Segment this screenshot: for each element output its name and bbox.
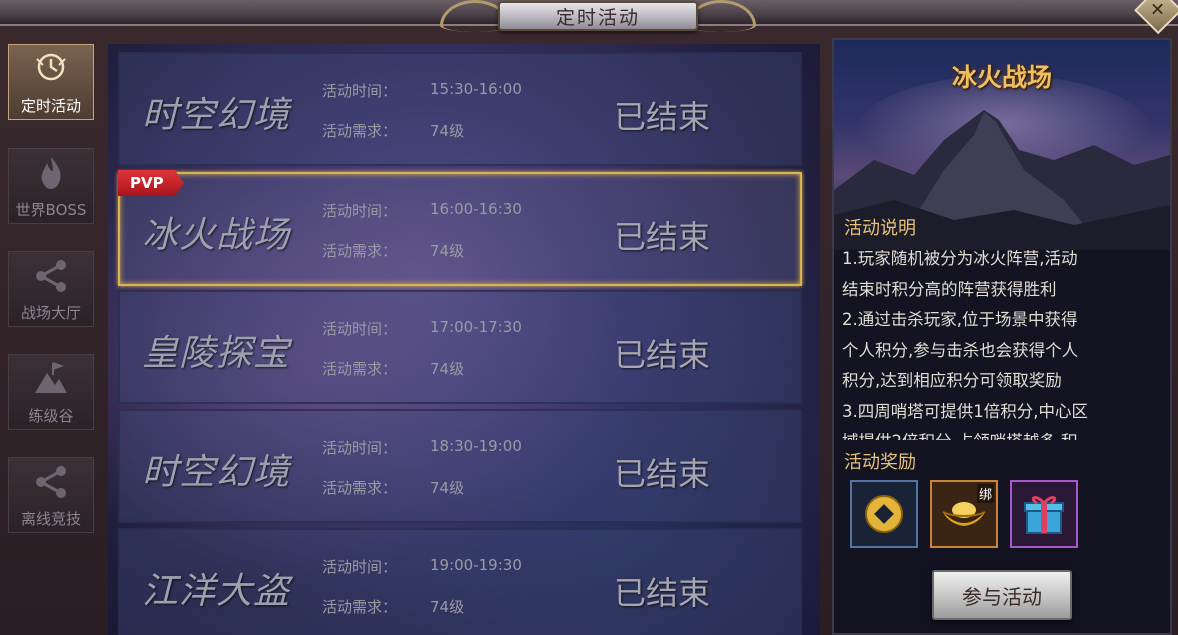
description-heading: 活动说明 bbox=[844, 218, 916, 239]
description-line: 个人积分,参与击杀也会获得个人 bbox=[842, 340, 1079, 360]
reward-slot[interactable] bbox=[850, 480, 918, 548]
req-value: 74级 bbox=[430, 122, 465, 140]
tab-label: 战场大厅 bbox=[20, 304, 81, 322]
flame-demon-icon bbox=[31, 153, 71, 193]
req-value: 74级 bbox=[430, 479, 465, 497]
activity-status: 已结束 bbox=[614, 455, 711, 493]
req-value: 74级 bbox=[430, 360, 465, 378]
description-line: 结束时积分高的阵营获得胜利 bbox=[842, 279, 1057, 299]
tab-offline-arena[interactable]: 离线竞技 bbox=[8, 457, 94, 533]
clock-emblem-icon bbox=[31, 49, 71, 89]
tab-world-boss[interactable]: 世界BOSS bbox=[8, 148, 94, 224]
mountain-flag-icon bbox=[31, 359, 71, 399]
req-label: 活动需求： bbox=[322, 360, 398, 378]
tab-battlefield-hall[interactable]: 战场大厅 bbox=[8, 251, 94, 327]
req-label: 活动需求： bbox=[322, 598, 398, 616]
description-line: 2.通过击杀玩家,位于场景中获得 bbox=[842, 310, 1078, 329]
activity-list: 时空幻境 活动时间： 15:30-16:00 活动需求： 74级 已结束 冰火战场 … bbox=[108, 44, 820, 635]
pvp-badge: PVP bbox=[118, 170, 184, 196]
activity-name: 江洋大盗 bbox=[142, 571, 291, 612]
activity-row-selected[interactable]: 冰火战场 活动时间： 16:00-16:30 活动需求： 74级 已结束 bbox=[118, 172, 802, 286]
copper-coin-icon bbox=[865, 495, 903, 533]
description-line: 1.玩家随机被分为冰火阵营,活动 bbox=[842, 249, 1078, 268]
activity-time: 活动时间： 16:00-16:30 bbox=[322, 200, 522, 221]
time-label: 活动时间： bbox=[322, 558, 398, 576]
activity-time: 活动时间： 18:30-19:00 bbox=[322, 437, 522, 458]
activity-status: 已结束 bbox=[614, 574, 711, 612]
tab-label: 离线竞技 bbox=[20, 510, 81, 528]
activity-status: 已结束 bbox=[614, 336, 711, 374]
activity-time: 活动时间： 19:00-19:30 bbox=[322, 556, 522, 577]
activity-time: 活动时间： 15:30-16:00 bbox=[322, 80, 522, 101]
detail-title: 冰火战场 bbox=[951, 63, 1052, 92]
time-value: 17:00-17:30 bbox=[430, 318, 522, 336]
activity-name: 时空幻境 bbox=[142, 452, 291, 493]
tab-label: 定时活动 bbox=[20, 97, 81, 115]
activity-detail-panel: 冰火战场 活动说明 1.玩家随机被分为冰火阵营,活动 结束时积分高的阵营获得胜利… bbox=[832, 38, 1172, 635]
time-label: 活动时间： bbox=[322, 202, 398, 220]
share-nodes-icon bbox=[31, 462, 71, 502]
activity-row[interactable]: 时空幻境 活动时间： 15:30-16:00 活动需求： 74级 已结束 bbox=[118, 52, 802, 166]
activity-name: 皇陵探宝 bbox=[142, 333, 291, 374]
tab-label: 练级谷 bbox=[28, 407, 74, 425]
description-line: 域提供2倍积分,占领哨塔越多,积 bbox=[842, 427, 1164, 440]
req-label: 活动需求： bbox=[322, 479, 398, 497]
join-activity-button[interactable]: 参与活动 bbox=[932, 570, 1072, 620]
share-nodes-icon bbox=[31, 256, 71, 296]
activity-requirement: 活动需求： 74级 bbox=[322, 596, 464, 617]
activity-requirement: 活动需求： 74级 bbox=[322, 358, 464, 379]
time-label: 活动时间： bbox=[322, 82, 398, 100]
activity-status: 已结束 bbox=[614, 98, 711, 136]
description-line: 3.四周哨塔可提供1倍积分,中心区 bbox=[842, 401, 1088, 421]
time-value: 18:30-19:00 bbox=[430, 437, 522, 455]
time-value: 16:00-16:30 bbox=[430, 200, 522, 218]
time-value: 15:30-16:00 bbox=[430, 80, 522, 98]
activity-requirement: 活动需求： 74级 bbox=[322, 120, 464, 141]
close-button[interactable]: ✕ bbox=[1134, 0, 1178, 35]
req-value: 74级 bbox=[430, 242, 465, 260]
game-window: 定时活动 ✕ 定时活动 世界BOSS 战场大厅 练级谷 离线竞技 时空幻境 活动… bbox=[0, 0, 1178, 635]
time-label: 活动时间： bbox=[322, 320, 398, 338]
time-label: 活动时间： bbox=[322, 439, 398, 457]
activity-row[interactable]: 时空幻境 活动时间： 18:30-19:00 活动需求： 74级 已结束 bbox=[118, 409, 802, 523]
activity-requirement: 活动需求： 74级 bbox=[322, 240, 464, 261]
activity-name: 冰火战场 bbox=[142, 215, 291, 256]
req-label: 活动需求： bbox=[322, 242, 398, 260]
close-icon: ✕ bbox=[1150, 0, 1166, 21]
activity-name: 时空幻境 bbox=[142, 95, 291, 136]
activity-time: 活动时间： 17:00-17:30 bbox=[322, 318, 522, 339]
description-text[interactable]: 1.玩家随机被分为冰火阵营,活动 结束时积分高的阵营获得胜利 2.通过击杀玩家,… bbox=[842, 244, 1164, 440]
activity-requirement: 活动需求： 74级 bbox=[322, 477, 464, 498]
tab-label: 世界BOSS bbox=[15, 201, 87, 219]
activity-row[interactable]: 皇陵探宝 活动时间： 17:00-17:30 活动需求： 74级 已结束 bbox=[118, 290, 802, 404]
reward-slot[interactable]: 绑 bbox=[930, 480, 998, 548]
activity-status: 已结束 bbox=[614, 218, 711, 256]
reward-heading: 活动奖励 bbox=[844, 452, 916, 473]
tab-leveling-valley[interactable]: 练级谷 bbox=[8, 354, 94, 430]
window-title: 定时活动 bbox=[498, 1, 698, 31]
reward-slot[interactable] bbox=[1010, 480, 1078, 548]
bound-tag: 绑 bbox=[976, 484, 994, 503]
time-value: 19:00-19:30 bbox=[430, 556, 522, 574]
tab-timed-activity[interactable]: 定时活动 bbox=[8, 44, 94, 120]
req-value: 74级 bbox=[430, 598, 465, 616]
gift-box-icon bbox=[1024, 496, 1064, 534]
req-label: 活动需求： bbox=[322, 122, 398, 140]
description-line: 积分,达到相应积分可领取奖励 bbox=[842, 371, 1062, 390]
activity-row[interactable]: 江洋大盗 活动时间： 19:00-19:30 活动需求： 74级 已结束 bbox=[118, 528, 802, 635]
